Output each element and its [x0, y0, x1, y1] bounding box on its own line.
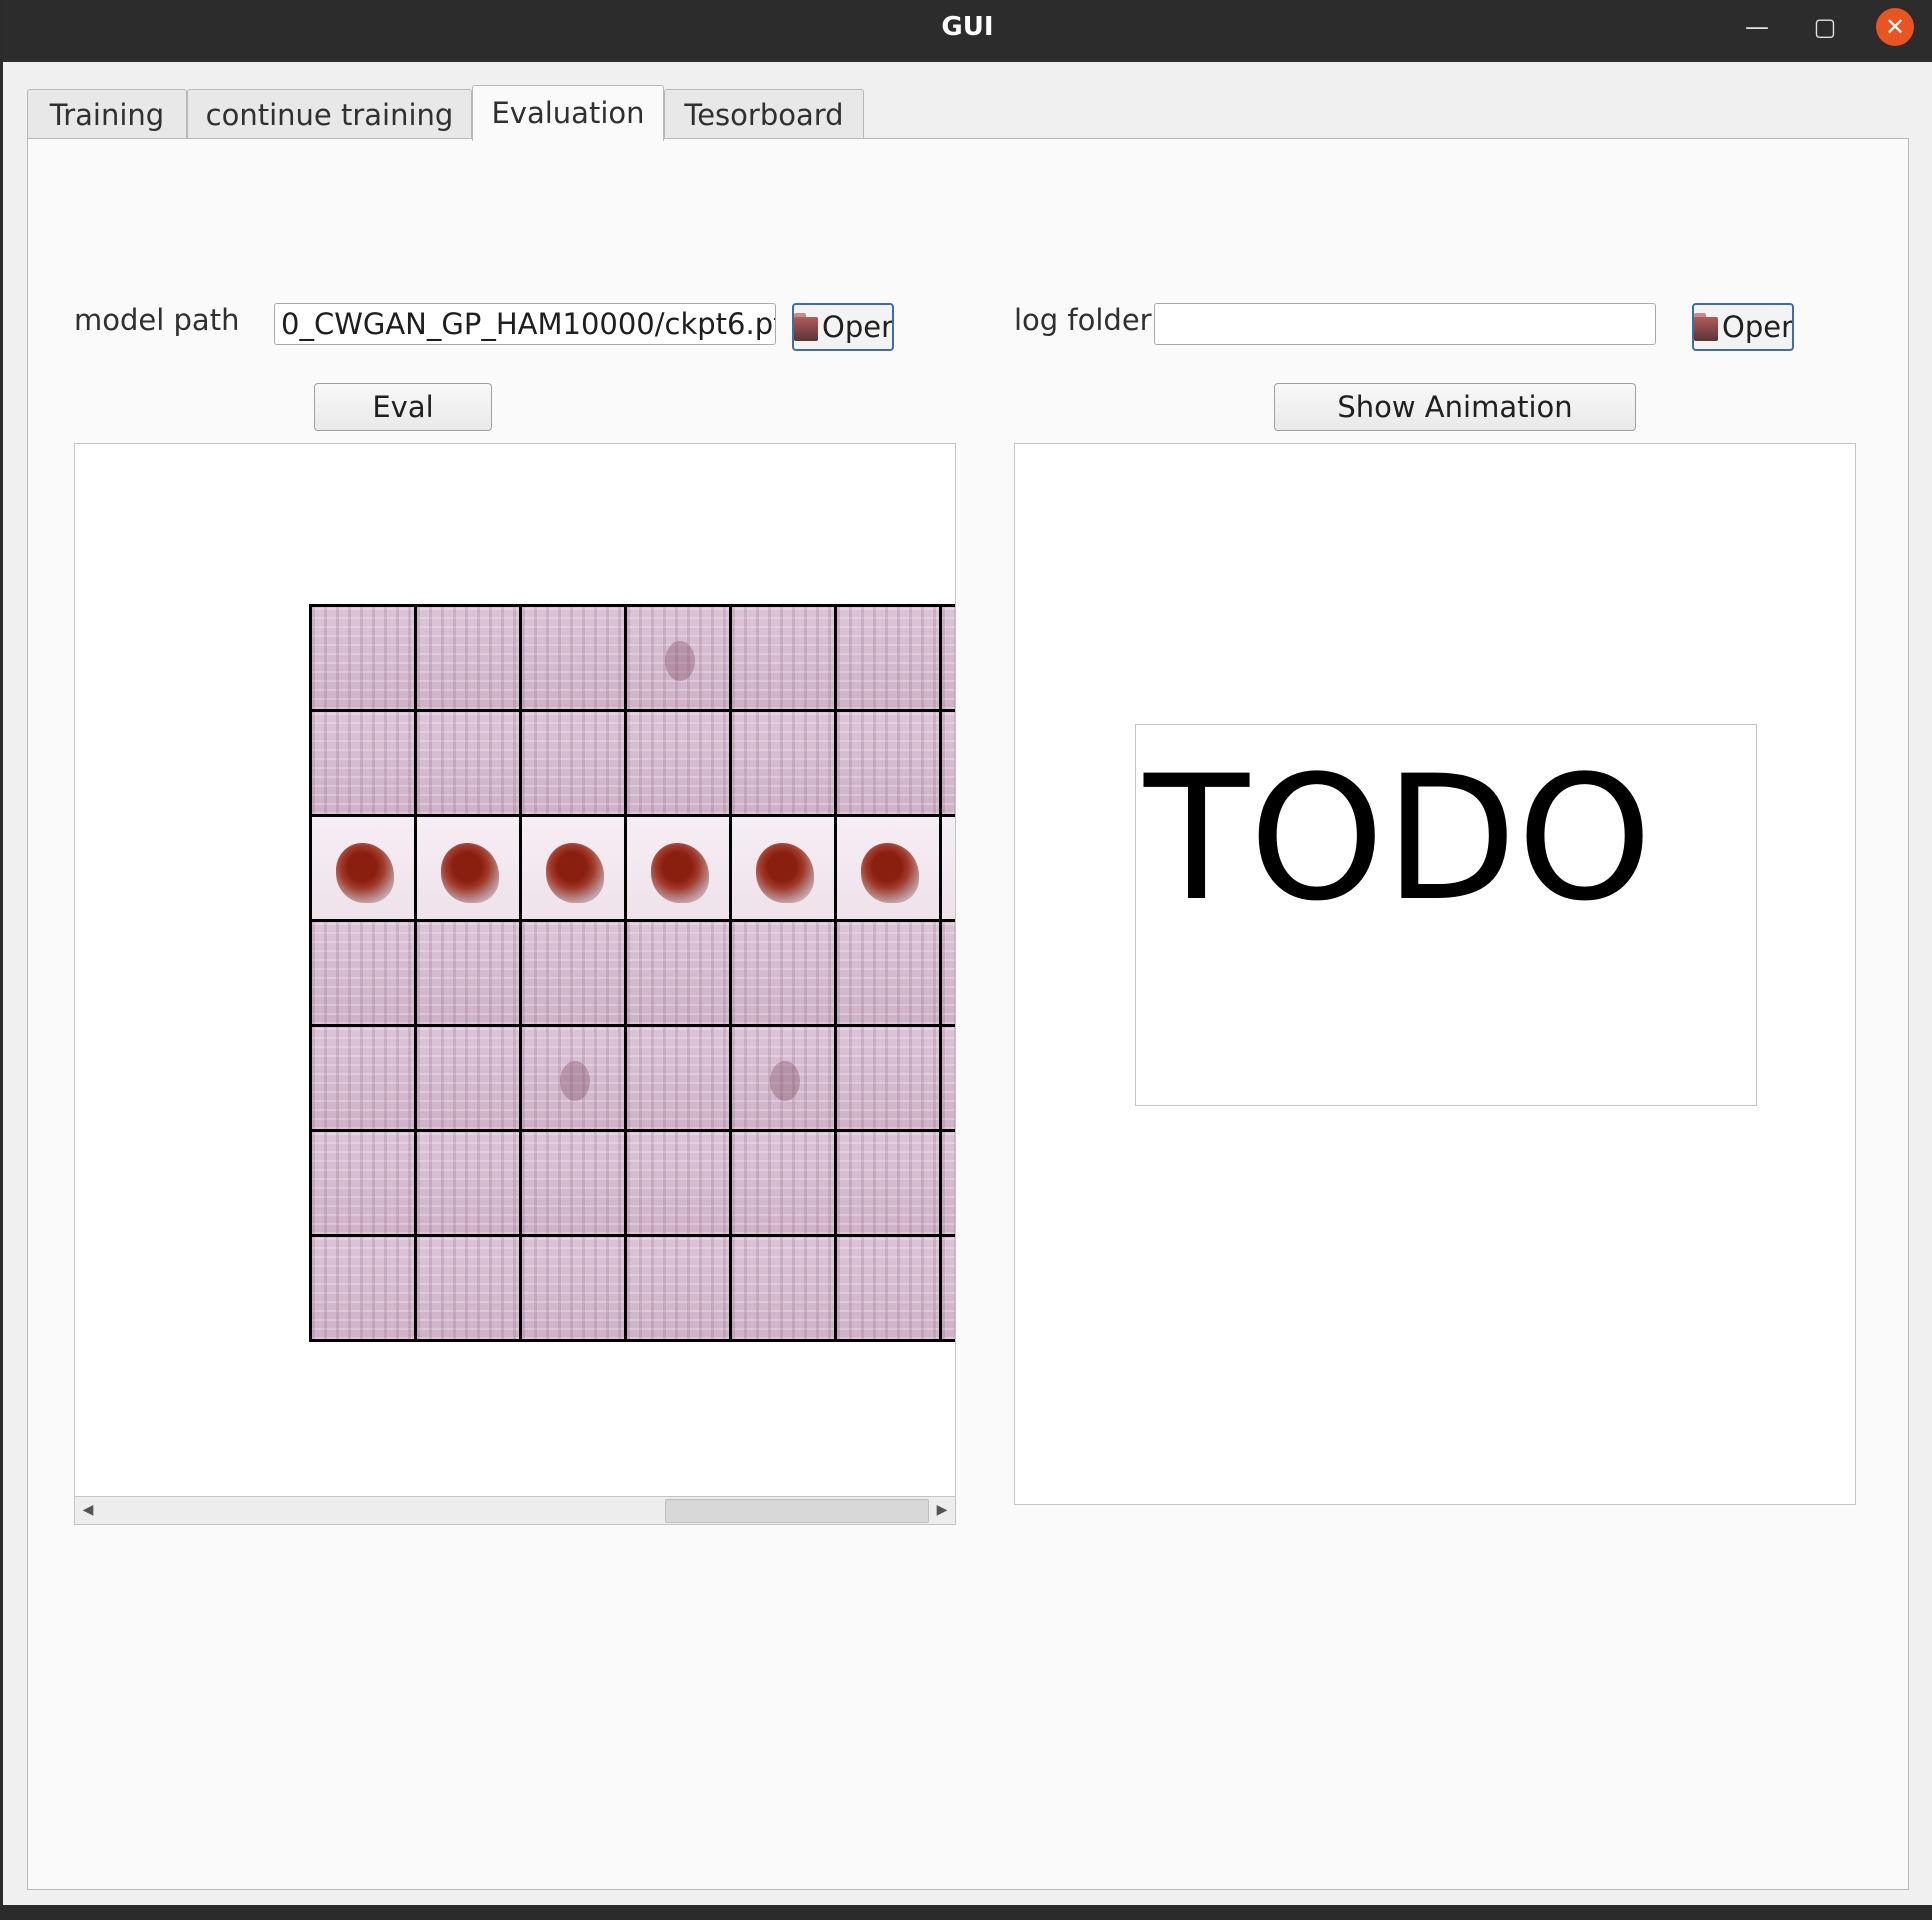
model-open-button[interactable]: Open: [792, 303, 894, 351]
desktop-strip: [0, 1905, 1932, 1920]
grid-cell: [522, 817, 624, 919]
horizontal-scrollbar[interactable]: ◀ ▶: [75, 1496, 955, 1524]
grid-cell: [417, 817, 519, 919]
folder-icon: [794, 313, 818, 343]
grid-cell: [522, 712, 624, 814]
eval-image-view[interactable]: ◀ ▶: [74, 443, 956, 1525]
grid-cell: [627, 817, 729, 919]
grid-cell: [837, 607, 939, 709]
grid-cell: [732, 1237, 834, 1339]
todo-placeholder: TODO: [1135, 724, 1757, 1106]
grid-cell: [837, 817, 939, 919]
grid-cell: [522, 607, 624, 709]
tab-training[interactable]: Training: [27, 89, 187, 139]
scroll-right-icon[interactable]: ▶: [929, 1497, 955, 1524]
tab-continue-training[interactable]: continue training: [187, 89, 472, 139]
title-bar[interactable]: GUI — ▢ ✕: [3, 0, 1932, 62]
grid-cell: [837, 922, 939, 1024]
tab-evaluation[interactable]: Evaluation: [472, 85, 664, 141]
log-folder-input[interactable]: [1154, 303, 1656, 345]
grid-cell: [522, 922, 624, 1024]
window-title: GUI: [941, 12, 994, 42]
scrollbar-thumb[interactable]: [665, 1499, 929, 1523]
folder-icon: [1694, 313, 1718, 343]
grid-cell: [627, 712, 729, 814]
minimize-icon[interactable]: —: [1738, 8, 1776, 46]
grid-cell: [627, 1027, 729, 1129]
grid-cell: [837, 1132, 939, 1234]
grid-cell: [942, 1132, 955, 1234]
model-path-label: model path: [74, 303, 240, 337]
eval-button[interactable]: Eval: [314, 383, 492, 431]
grid-cell: [732, 1132, 834, 1234]
grid-cell: [417, 922, 519, 1024]
grid-cell: [942, 1027, 955, 1129]
animation-view: TODO: [1014, 443, 1856, 1505]
grid-cell: [522, 1237, 624, 1339]
grid-cell: [627, 1132, 729, 1234]
app-window: GUI — ▢ ✕ Training continue training Eva…: [3, 0, 1932, 1915]
grid-cell: [837, 1027, 939, 1129]
show-animation-button[interactable]: Show Animation: [1274, 383, 1636, 431]
grid-cell: [417, 607, 519, 709]
grid-cell: [312, 817, 414, 919]
grid-cell: [522, 1132, 624, 1234]
generated-image-grid: [309, 604, 955, 1342]
log-folder-label: log folder: [1014, 303, 1152, 337]
log-open-button[interactable]: Open: [1692, 303, 1794, 351]
evaluation-panel: model path 0_CWGAN_GP_HAM10000/ckpt6.pth…: [27, 138, 1909, 1890]
grid-cell: [942, 607, 955, 709]
grid-cell: [627, 922, 729, 1024]
grid-cell: [417, 1132, 519, 1234]
grid-cell: [732, 607, 834, 709]
grid-cell: [627, 1237, 729, 1339]
grid-cell: [732, 922, 834, 1024]
scroll-left-icon[interactable]: ◀: [75, 1497, 101, 1524]
grid-cell: [312, 1027, 414, 1129]
grid-cell: [942, 1237, 955, 1339]
model-open-label: Open: [822, 310, 894, 344]
grid-cell: [417, 712, 519, 814]
grid-cell: [732, 712, 834, 814]
grid-cell: [942, 712, 955, 814]
log-open-label: Open: [1722, 310, 1794, 344]
grid-cell: [837, 1237, 939, 1339]
grid-cell: [312, 1237, 414, 1339]
grid-cell: [417, 1237, 519, 1339]
grid-cell: [417, 1027, 519, 1129]
grid-cell: [312, 712, 414, 814]
tab-tesorboard[interactable]: Tesorboard: [664, 89, 864, 139]
close-icon[interactable]: ✕: [1876, 8, 1914, 46]
grid-cell: [837, 712, 939, 814]
todo-text: TODO: [1144, 738, 1653, 939]
grid-cell: [312, 922, 414, 1024]
grid-cell: [312, 607, 414, 709]
grid-cell: [732, 817, 834, 919]
grid-cell: [522, 1027, 624, 1129]
grid-cell: [732, 1027, 834, 1129]
grid-cell: [942, 922, 955, 1024]
model-path-input[interactable]: 0_CWGAN_GP_HAM10000/ckpt6.pth: [274, 303, 776, 345]
grid-cell: [942, 817, 955, 919]
grid-cell: [627, 607, 729, 709]
maximize-icon[interactable]: ▢: [1806, 8, 1844, 46]
grid-cell: [312, 1132, 414, 1234]
